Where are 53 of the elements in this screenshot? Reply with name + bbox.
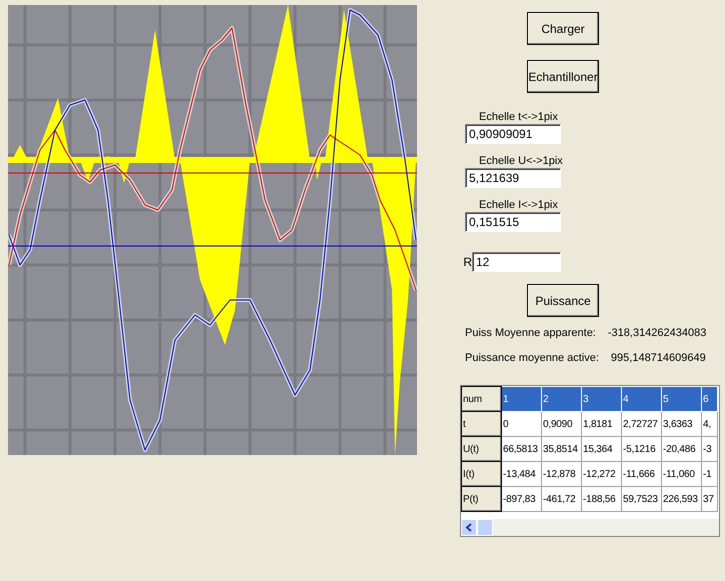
sample-button[interactable]: Echantilloner — [527, 60, 599, 93]
column-header: 2 — [542, 386, 582, 412]
scale-field[interactable]: 5,121639 — [465, 168, 561, 188]
table-cell: -12,878 — [542, 462, 582, 486]
result-label: Puiss Moyenne apparente: — [465, 327, 596, 339]
result-value: 995,148714609649 — [610, 352, 706, 364]
table-cell: -1 — [702, 462, 718, 486]
table-cell: -20,486 — [662, 436, 702, 462]
table-cell: -188,56 — [582, 486, 622, 512]
result-value: -318,314262434083 — [608, 327, 706, 339]
column-header: num — [462, 386, 502, 412]
column-header: 4 — [622, 386, 662, 412]
table-cell: -12,272 — [582, 462, 622, 486]
table-cell: 37 — [702, 486, 718, 512]
table-cell: -461,72 — [542, 486, 582, 512]
resistance-field[interactable]: 12 — [472, 252, 561, 272]
table-cell: -3 — [702, 436, 718, 462]
result-label: Puissance moyenne active: — [465, 352, 599, 364]
scale-field[interactable]: 0,151515 — [465, 212, 561, 232]
table-cell: 15,364 — [582, 436, 622, 462]
power-button[interactable]: Puissance — [527, 284, 599, 317]
table-cell: 59,7523 — [622, 486, 662, 512]
scroll-thumb[interactable] — [477, 519, 493, 536]
load-button[interactable]: Charger — [527, 12, 599, 45]
table-cell: 3,6363 — [662, 412, 702, 436]
table-cell: -11,060 — [662, 462, 702, 486]
table-cell: -5,1216 — [622, 436, 662, 462]
row-header: t — [462, 412, 502, 436]
table-cell: -897,83 — [502, 486, 542, 512]
table-cell: 1,8181 — [582, 412, 622, 436]
table-cell: 2,72727 — [622, 412, 662, 436]
row-header: P(t) — [462, 486, 502, 512]
table-cell: 35,8514 — [542, 436, 582, 462]
row-header: U(t) — [462, 436, 502, 462]
scale-label: Echelle I<->1pix — [479, 199, 559, 212]
table-cell: 4, — [702, 412, 718, 436]
scale-label: Echelle t<->1pix — [479, 111, 559, 124]
table-cell: 66,5813 — [502, 436, 542, 462]
table-cell: 0 — [502, 412, 542, 436]
table-cell: 226,593 — [662, 486, 702, 512]
column-header: 1 — [502, 386, 542, 412]
scroll-left-icon[interactable] — [461, 519, 477, 536]
table-cell: -11,666 — [622, 462, 662, 486]
resistance-label: R — [462, 255, 472, 269]
row-header: I(t) — [462, 462, 502, 486]
table-cell: -13,484 — [502, 462, 542, 486]
scale-label: Echelle U<->1pix — [479, 155, 564, 168]
column-header: 3 — [582, 386, 622, 412]
column-header: 6 — [702, 386, 718, 412]
table-cell: 0,9090 — [542, 412, 582, 436]
column-header: 5 — [662, 386, 702, 412]
scale-field[interactable]: 0,90909091 — [465, 124, 561, 144]
horizontal-scrollbar[interactable] — [461, 519, 719, 536]
